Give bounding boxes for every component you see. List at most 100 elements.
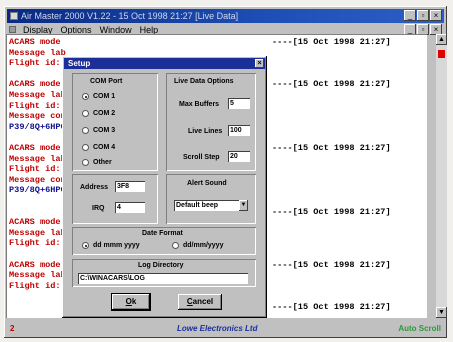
com2-radio[interactable]: COM 2: [82, 110, 115, 117]
status-count: 2: [10, 324, 15, 333]
log-line: ACARS mode: [9, 37, 61, 47]
log-timestamp: ----[15 Oct 1998 21:27]: [272, 206, 391, 217]
title-bar[interactable]: Air Master 2000 V1.22 - 15 Oct 1998 21:2…: [7, 9, 444, 23]
log-line: Message lab: [9, 90, 66, 100]
scroll-up-icon[interactable]: ▲: [436, 34, 447, 45]
com-port-group: COM Port COM 1 COM 2 COM 3 COM 4 Other: [72, 73, 158, 171]
log-line-text: Message lab: [9, 90, 66, 100]
log-line-text: ACARS mode: [9, 79, 61, 90]
live-lines-field[interactable]: 100: [228, 125, 250, 136]
com1-label: COM 1: [93, 93, 116, 100]
log-line: P39/8Q+6HPC: [9, 185, 66, 195]
scroll-down-icon[interactable]: ▼: [436, 307, 447, 318]
log-line-text: ACARS mode: [9, 37, 61, 47]
log-timestamp: ----[15 Oct 1998 21:27]: [272, 79, 391, 90]
com3-label: COM 3: [93, 127, 116, 134]
log-line: Flight id:: [9, 101, 61, 111]
ok-button[interactable]: Ok: [111, 293, 151, 311]
com2-label: COM 2: [93, 110, 116, 117]
app-icon[interactable]: [10, 12, 18, 20]
log-line: Flight id:: [9, 58, 61, 68]
com3-radio[interactable]: COM 3: [82, 127, 115, 134]
log-line: ACARS mode: [9, 79, 61, 89]
alert-sound-group: Alert Sound Default beep ▼: [166, 174, 256, 224]
log-line-text: ACARS mode: [9, 217, 61, 228]
log-timestamp: ----[15 Oct 1998 21:27]: [272, 259, 391, 270]
com-port-label: COM Port: [90, 78, 123, 85]
status-company: Lowe Electronics Ltd: [177, 324, 258, 333]
address-field[interactable]: 3F8: [115, 181, 145, 192]
log-line-text: Message lab: [9, 153, 66, 164]
setup-dialog: Setup × COM Port COM 1 COM 2 COM 3 COM 4…: [62, 56, 267, 318]
log-line-text: Message lab: [9, 270, 66, 281]
log-directory-label: Log Directory: [138, 262, 184, 269]
log-line: Message con: [9, 175, 66, 185]
com1-radio[interactable]: COM 1: [82, 93, 115, 100]
max-buffers-field[interactable]: 5: [228, 98, 250, 109]
log-timestamp: ----[15 Oct 1998 21:27]: [272, 302, 391, 312]
date-format-group: Date Format dd mmm yyyy dd/mm/yyyy: [72, 227, 256, 255]
date-format-long-radio[interactable]: dd mmm yyyy: [82, 242, 140, 249]
window-title: Air Master 2000 V1.22 - 15 Oct 1998 21:2…: [21, 11, 239, 21]
other-radio[interactable]: Other: [82, 159, 112, 166]
live-data-label: Live Data Options: [174, 78, 234, 85]
scroll-step-label: Scroll Step: [183, 154, 220, 161]
close-button[interactable]: ×: [430, 10, 442, 21]
max-buffers-label: Max Buffers: [179, 101, 220, 108]
vertical-scrollbar[interactable]: ▲ ▼: [436, 34, 447, 318]
log-line-text: Flight id:: [9, 164, 61, 175]
dialog-title: Setup: [68, 59, 91, 68]
log-line: Message lab: [9, 154, 66, 164]
alert-sound-value: Default beep: [176, 202, 219, 209]
log-line: ACARS mode: [9, 260, 61, 270]
address-group: Address 3F8 IRQ 4: [72, 174, 158, 224]
log-line-text: Flight id:: [9, 280, 61, 291]
com4-label: COM 4: [93, 144, 116, 151]
log-line-text: ACARS mode: [9, 143, 61, 153]
log-line: Flight id:: [9, 238, 61, 248]
log-line: Flight id:: [9, 164, 61, 174]
log-line-text: ACARS mode: [9, 259, 61, 270]
chevron-down-icon[interactable]: ▼: [239, 200, 248, 211]
log-line-text: Flight id:: [9, 58, 61, 69]
log-line: Message lab: [9, 270, 66, 280]
date-format-label: Date Format: [142, 230, 183, 237]
log-timestamp: ----[15 Oct 1998 21:27]: [272, 143, 391, 153]
irq-field[interactable]: 4: [115, 202, 145, 213]
log-line-text: Message lab: [9, 227, 66, 238]
log-line-text: Flight id:: [9, 238, 61, 249]
log-directory-group: Log Directory C:\WINACARS\LOG: [72, 259, 256, 287]
log-line: Message con: [9, 111, 66, 121]
log-line: P39/8Q+6HPC: [9, 122, 66, 132]
log-line-text: P39/8Q+6HPC: [9, 121, 66, 132]
log-line-text: Message lab: [9, 47, 66, 58]
date-format-long-label: dd mmm yyyy: [93, 242, 140, 249]
date-format-short-radio[interactable]: dd/mm/yyyy: [172, 242, 223, 249]
cancel-button[interactable]: Cancel: [178, 294, 222, 310]
scroll-thumb[interactable]: [438, 50, 445, 58]
alert-sound-label: Alert Sound: [187, 180, 227, 187]
status-bar: 2 Lowe Electronics Ltd Auto Scroll: [7, 323, 444, 335]
alert-sound-select[interactable]: Default beep ▼: [174, 200, 248, 211]
log-line: ACARS mode: [9, 143, 61, 153]
log-line-text: Message con: [9, 174, 66, 185]
log-line: Message lab: [9, 228, 66, 238]
maximize-button[interactable]: ▫: [417, 10, 429, 21]
status-auto-scroll[interactable]: Auto Scroll: [398, 323, 441, 335]
log-line-text: Message con: [9, 111, 66, 122]
dialog-close-icon[interactable]: ×: [255, 59, 264, 68]
log-timestamp: ----[15 Oct 1998 21:27]: [272, 37, 391, 47]
live-lines-label: Live Lines: [188, 128, 223, 135]
date-format-short-label: dd/mm/yyyy: [183, 242, 224, 249]
live-data-group: Live Data Options Max Buffers 5 Live Lin…: [166, 73, 256, 171]
address-label: Address: [80, 184, 109, 191]
scroll-step-field[interactable]: 20: [228, 151, 250, 162]
com4-radio[interactable]: COM 4: [82, 144, 115, 151]
log-line-text: Flight id:: [9, 100, 61, 111]
log-line: Flight id:: [9, 281, 61, 291]
log-line: ACARS mode: [9, 217, 61, 227]
dialog-title-bar[interactable]: Setup ×: [64, 58, 265, 69]
minimize-button[interactable]: _: [404, 10, 416, 21]
document-icon[interactable]: [9, 26, 16, 33]
log-directory-field[interactable]: C:\WINACARS\LOG: [78, 273, 248, 284]
